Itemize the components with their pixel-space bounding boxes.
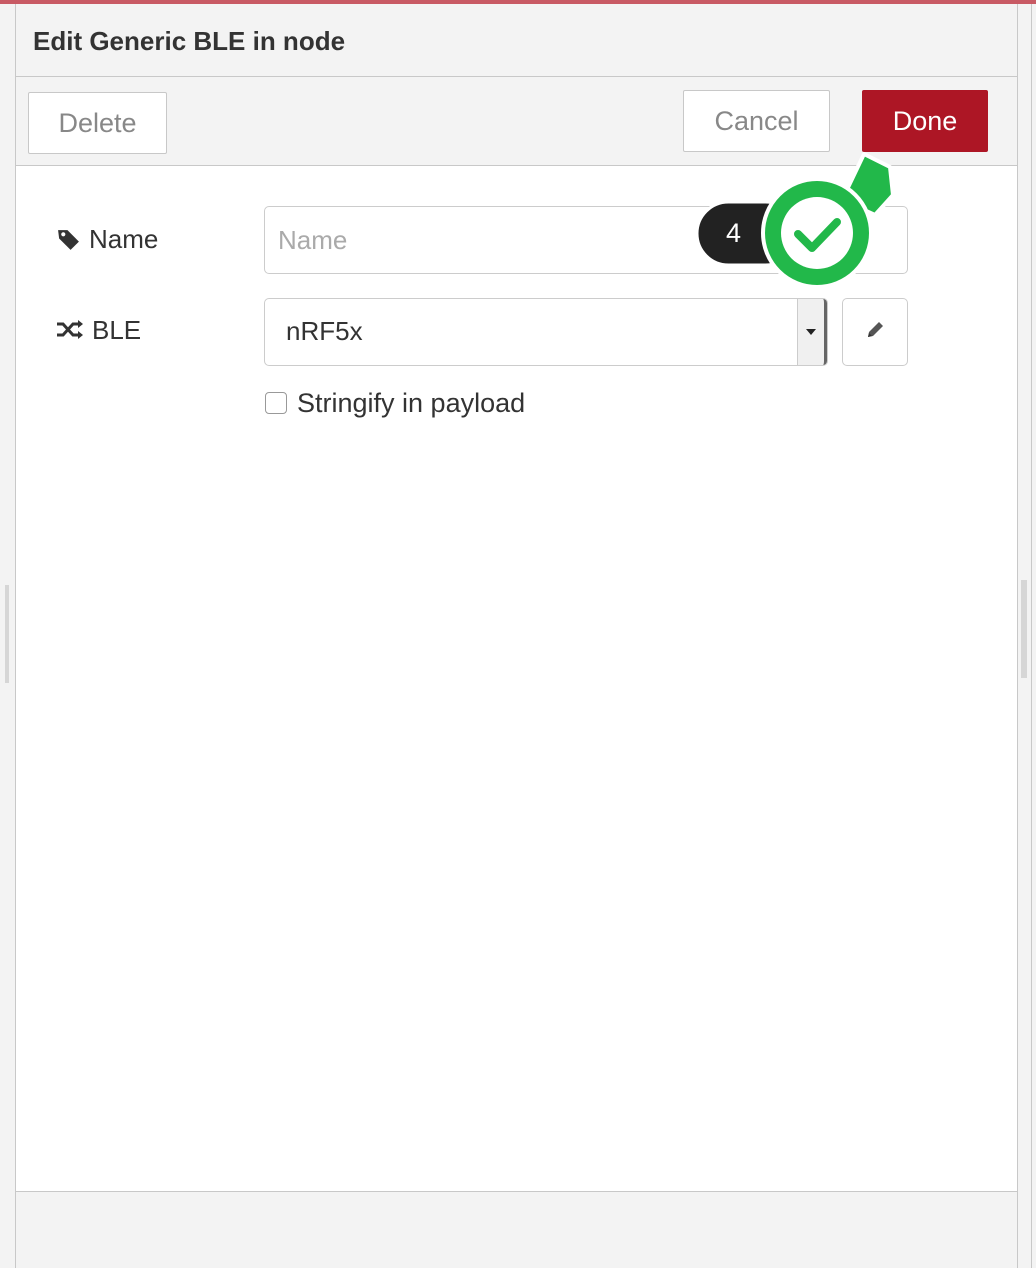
- name-input[interactable]: [264, 206, 908, 274]
- edit-tray: Edit Generic BLE in node Delete Cancel D…: [16, 4, 1017, 1268]
- node-red-editor: Edit Generic BLE in node Delete Cancel D…: [0, 0, 1036, 1268]
- ble-config-select[interactable]: nRF5x: [264, 298, 828, 366]
- stringify-label[interactable]: Stringify in payload: [297, 388, 525, 419]
- name-label: Name: [89, 223, 159, 254]
- tray-toolbar: Delete Cancel Done: [16, 77, 1017, 166]
- cancel-button[interactable]: Cancel: [683, 90, 830, 152]
- tray-body: Name BLE nRF5x: [16, 166, 1017, 1192]
- sidebar-divider: [1031, 4, 1032, 1268]
- shuffle-icon: [56, 319, 84, 341]
- pencil-icon: [864, 319, 886, 346]
- name-row-label: Name: [56, 222, 158, 256]
- page-title: Edit Generic BLE in node: [33, 26, 346, 56]
- resize-handle-right[interactable]: [1021, 580, 1027, 678]
- tray-header: Edit Generic BLE in node: [16, 4, 1017, 77]
- resize-handle-left[interactable]: [5, 585, 9, 683]
- step-badge: 4: [726, 218, 742, 248]
- ble-selected-value: nRF5x: [286, 316, 363, 346]
- done-button[interactable]: Done: [862, 90, 988, 152]
- ble-label: BLE: [92, 314, 142, 345]
- stringify-checkbox[interactable]: [265, 392, 287, 414]
- ble-row-label: BLE: [56, 313, 141, 347]
- chevron-down-icon[interactable]: [797, 299, 827, 365]
- edit-config-button[interactable]: [842, 298, 908, 366]
- delete-button[interactable]: Delete: [28, 92, 167, 154]
- tray-footer: [16, 1192, 1017, 1268]
- tag-icon: [56, 227, 81, 252]
